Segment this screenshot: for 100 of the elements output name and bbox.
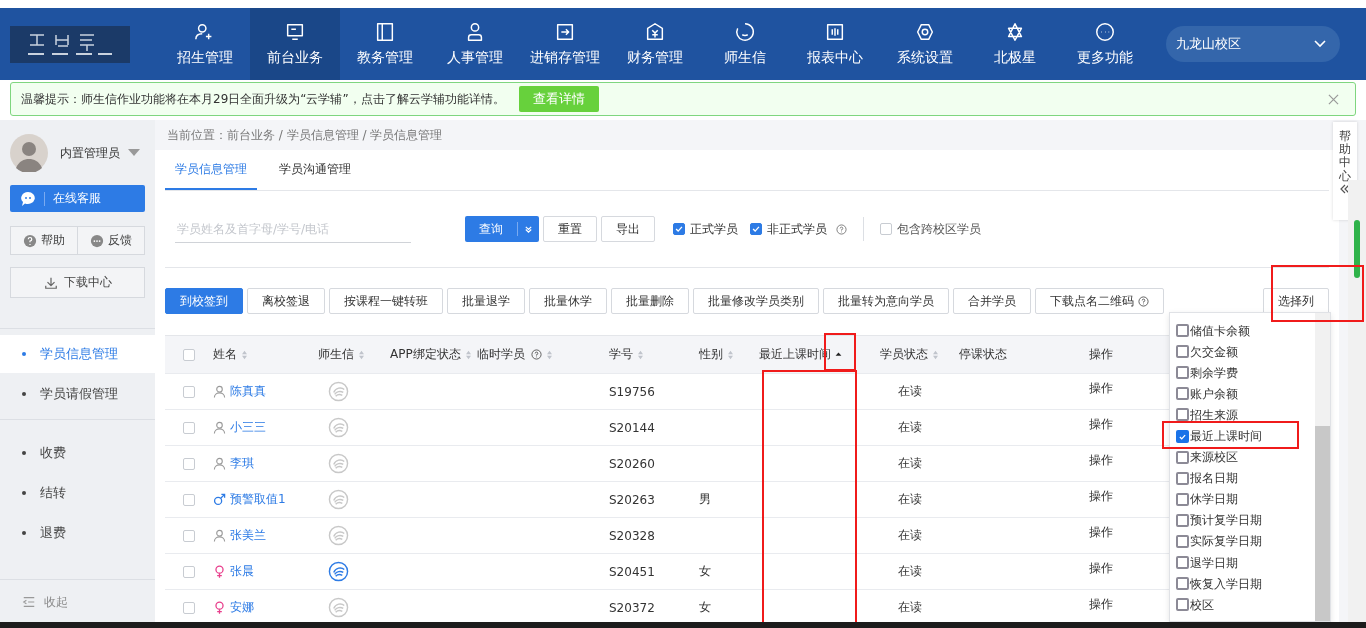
checkbox[interactable] [1176, 345, 1189, 359]
column-option[interactable]: 剩余学费 [1190, 365, 1238, 380]
checkbox[interactable] [1176, 556, 1189, 570]
tab[interactable]: 学员信息管理 [165, 150, 257, 190]
double-chevron-left-icon[interactable] [1339, 182, 1351, 195]
column-option[interactable]: 欠交金额 [1190, 344, 1238, 359]
nav-item[interactable]: 财务管理 [610, 8, 700, 80]
campus-select[interactable]: 九龙山校区 [1166, 26, 1340, 62]
reset-button[interactable]: 重置 [543, 216, 597, 242]
checkbox[interactable] [1176, 513, 1189, 527]
download-center-button[interactable]: 下载中心 [10, 267, 145, 298]
checkbox[interactable] [673, 223, 685, 235]
column-option[interactable]: 账户余额 [1190, 386, 1238, 401]
operation-link[interactable]: 操作 [1089, 488, 1113, 505]
column-header[interactable]: APP绑定状态 [390, 346, 461, 363]
student-name-link[interactable]: 张美兰 [230, 527, 266, 544]
student-name-link[interactable]: 预警取值1 [230, 491, 286, 508]
sidebar-menu-item[interactable]: 收费 [0, 434, 155, 472]
action-button[interactable]: 批量退学 [447, 288, 525, 314]
row-checkbox[interactable] [183, 457, 195, 470]
column-option[interactable]: 招生来源 [1190, 407, 1238, 422]
column-option[interactable]: 报名日期 [1190, 471, 1238, 486]
column-header[interactable]: 学号 [609, 346, 633, 363]
checkbox[interactable] [1176, 492, 1189, 506]
checkbox[interactable] [1176, 366, 1189, 380]
help-icon[interactable] [531, 349, 542, 360]
operation-link[interactable]: 操作 [1089, 380, 1113, 397]
student-name-link[interactable]: 李琪 [230, 455, 254, 472]
row-checkbox[interactable] [183, 421, 195, 434]
nav-item[interactable]: 师生信 [700, 8, 790, 80]
column-header[interactable]: 姓名 [213, 346, 237, 363]
operation-link[interactable]: 操作 [1089, 452, 1113, 469]
sort-icon[interactable] [932, 349, 939, 360]
checkbox-label[interactable]: 包含跨校区学员 [897, 220, 981, 238]
scrollbar-thumb[interactable] [1315, 426, 1330, 621]
nav-item[interactable]: 报表中心 [790, 8, 880, 80]
sort-icon[interactable] [727, 349, 734, 360]
nav-item[interactable]: 系统设置 [880, 8, 970, 80]
sidebar-menu-item[interactable]: 结转 [0, 474, 155, 512]
checkbox[interactable] [750, 223, 762, 235]
action-button[interactable]: 批量修改学员类别 [693, 288, 819, 314]
action-button[interactable]: 批量休学 [529, 288, 607, 314]
sort-icon[interactable] [358, 349, 365, 360]
sort-icon[interactable] [464, 349, 472, 360]
column-option[interactable]: 储值卡余额 [1190, 323, 1250, 338]
row-checkbox[interactable] [183, 601, 195, 614]
action-button[interactable]: 下载点名二维码 [1035, 288, 1164, 314]
operation-link[interactable]: 操作 [1089, 596, 1113, 613]
help-button[interactable]: 帮助 [10, 226, 78, 255]
sidebar-menu-item[interactable]: 退费 [0, 514, 155, 552]
choose-columns-button[interactable]: 选择列 [1263, 288, 1329, 314]
nav-item[interactable]: 招生管理 [160, 8, 250, 80]
feedback-button[interactable]: 反馈 [78, 226, 145, 255]
checkbox[interactable] [1176, 598, 1189, 612]
sidebar-menu-item[interactable]: 学员信息管理 [0, 335, 155, 373]
close-icon[interactable] [1328, 93, 1339, 105]
checkbox[interactable] [1176, 408, 1189, 422]
checkbox[interactable] [1176, 471, 1189, 485]
online-service-button[interactable]: 在线客服 [10, 185, 145, 212]
column-header[interactable]: 临时学员 [477, 346, 525, 363]
column-option[interactable]: 实际复学日期 [1190, 534, 1262, 549]
nav-item[interactable]: 进销存管理 [520, 8, 610, 80]
sidebar-menu-item[interactable]: 学员请假管理 [0, 375, 155, 413]
column-option[interactable]: 来源校区 [1190, 450, 1238, 465]
user-name[interactable]: 内置管理员 [60, 144, 120, 162]
student-name-link[interactable]: 陈真真 [230, 383, 266, 400]
sort-icon[interactable] [241, 349, 248, 360]
nav-item[interactable]: 前台业务 [250, 8, 340, 80]
checkbox-label[interactable]: 非正式学员 [767, 220, 827, 238]
column-option[interactable]: 退学日期 [1190, 555, 1238, 570]
checkbox[interactable] [1176, 387, 1189, 401]
column-option[interactable]: 休学日期 [1190, 492, 1238, 507]
column-header[interactable]: 操作 [1089, 346, 1113, 363]
column-header[interactable]: 师生信 [318, 346, 354, 363]
scrollbar-thumb[interactable] [1354, 220, 1360, 278]
action-button[interactable]: 按课程一键转班 [329, 288, 443, 314]
action-button[interactable]: 合并学员 [953, 288, 1031, 314]
help-icon[interactable] [836, 223, 847, 235]
student-name-link[interactable]: 张晨 [230, 563, 254, 580]
column-header[interactable]: 停课状态 [959, 346, 1007, 363]
tab[interactable]: 学员沟通管理 [269, 150, 361, 190]
student-name-link[interactable]: 小三三 [230, 419, 266, 436]
nav-item[interactable]: 人事管理 [430, 8, 520, 80]
checkbox[interactable] [1176, 535, 1189, 548]
column-option[interactable]: 恢复入学日期 [1190, 576, 1262, 591]
operation-link[interactable]: 操作 [1089, 524, 1113, 541]
nav-item[interactable]: 更多功能 [1060, 8, 1150, 80]
sort-icon[interactable] [637, 349, 644, 360]
column-option[interactable]: 校区 [1190, 597, 1214, 612]
checkbox[interactable] [880, 223, 892, 235]
row-checkbox[interactable] [183, 385, 195, 398]
student-name-link[interactable]: 安娜 [230, 599, 254, 616]
row-checkbox[interactable] [183, 565, 195, 578]
action-button[interactable]: 批量转为意向学员 [823, 288, 949, 314]
checkbox-label[interactable]: 正式学员 [690, 220, 738, 238]
operation-link[interactable]: 操作 [1089, 560, 1113, 577]
operation-link[interactable]: 操作 [1089, 416, 1113, 433]
select-all-checkbox[interactable] [183, 348, 195, 361]
checkbox[interactable] [1176, 324, 1189, 338]
column-header[interactable]: 学员状态 [880, 346, 928, 363]
